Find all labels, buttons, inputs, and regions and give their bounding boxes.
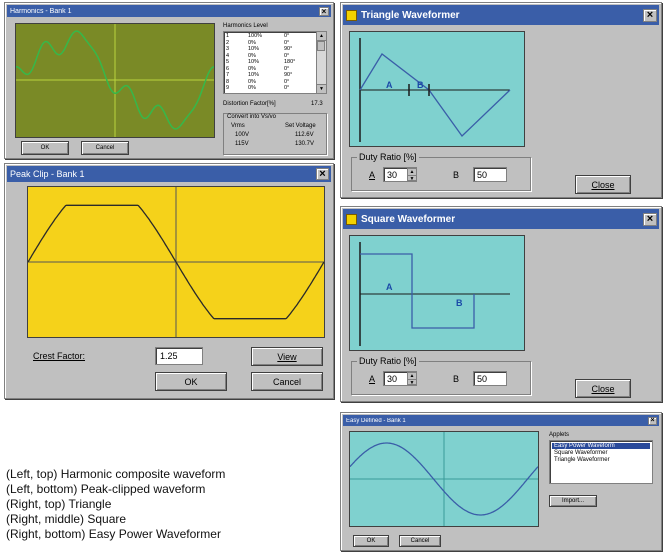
easy-title: Easy Defined - Bank 1: [346, 417, 406, 424]
peak-clip-titlebar[interactable]: Peak Clip - Bank 1 ×: [7, 166, 331, 182]
square-field-b-input[interactable]: 50: [473, 371, 507, 386]
square-window: Square Waveformer × A B Duty Ratio [%] A…: [340, 206, 662, 402]
square-field-a-stepper[interactable]: ▲ ▼: [407, 372, 417, 386]
close-icon[interactable]: ×: [643, 8, 657, 22]
distortion-label: Distortion Factor[%]: [223, 101, 276, 107]
spin-up-icon[interactable]: ▲: [408, 373, 416, 380]
easy-plot: [349, 431, 539, 527]
set-voltage-value-1: 112.6V: [295, 132, 314, 138]
caption-left-bottom: (Left, bottom) Peak-clipped waveform: [6, 482, 206, 496]
peak-clip-window: Peak Clip - Bank 1 × Crest Factor: 1.25 …: [4, 163, 334, 399]
harmonics-ok-button[interactable]: OK: [21, 141, 69, 155]
scroll-down-icon[interactable]: ▼: [317, 84, 326, 93]
square-label-a: A: [386, 282, 393, 292]
vrms-value-1: 100V: [235, 132, 250, 138]
close-icon[interactable]: ×: [643, 212, 657, 226]
triangle-label-a: A: [386, 80, 393, 90]
peak-clip-cancel-button[interactable]: Cancel: [251, 372, 323, 391]
crest-factor-label: Crest Factor:: [33, 351, 86, 361]
harmonics-window: Harmonics - Bank 1 × Harmonics Level 1 10…: [4, 2, 334, 159]
close-icon[interactable]: ×: [316, 168, 329, 180]
triangle-waveform-svg: A B: [359, 38, 511, 142]
close-icon[interactable]: ×: [648, 416, 657, 425]
set-voltage-header: Set Voltage: [285, 123, 316, 129]
square-field-b-label: B: [453, 374, 460, 384]
triangle-field-b-input[interactable]: 50: [473, 167, 507, 182]
harmonics-plot: [15, 23, 215, 138]
peak-clip-plot: [27, 186, 325, 338]
app-icon: [346, 9, 357, 21]
square-field-b-value: 50: [477, 374, 488, 384]
triangle-field-b-value: 50: [477, 170, 488, 180]
easy-window: Easy Defined - Bank 1 × Applets Easy Pow…: [340, 412, 662, 551]
harmonics-row[interactable]: 9 0% 0°: [226, 85, 314, 92]
triangle-duty-label: Duty Ratio [%]: [357, 152, 419, 162]
harmonics-list-scrollbar[interactable]: ▲ ▼: [316, 32, 326, 93]
triangle-close-button[interactable]: Close: [575, 175, 631, 194]
app-icon: [346, 213, 357, 225]
close-icon[interactable]: ×: [319, 6, 329, 16]
view-button[interactable]: View: [251, 347, 323, 366]
triangle-field-a-value: 30: [387, 170, 398, 180]
applet-item-square[interactable]: Square Waveformer: [552, 450, 607, 456]
square-close-button[interactable]: Close: [575, 379, 631, 398]
square-title: Square Waveformer: [361, 213, 456, 225]
harmonics-cell-n: 9: [226, 85, 230, 91]
spin-down-icon[interactable]: ▼: [408, 380, 416, 386]
harmonics-list[interactable]: 1 100% 0° 2 0% 0° 3 10% 90° 4 0% 0° 5 10% 180° 6 0% 0° 7 10…: [223, 31, 327, 94]
triangle-wave: [359, 53, 511, 137]
crest-factor-input[interactable]: 1.25: [155, 347, 203, 365]
harmonics-waveform-svg: [16, 24, 214, 137]
applet-item-easy-power[interactable]: Easy Power Waveform: [552, 443, 650, 449]
spin-up-icon[interactable]: ▲: [408, 169, 416, 176]
harmonics-cell-deg: 0°: [284, 85, 290, 91]
caption-right-middle: (Right, middle) Square: [6, 512, 127, 526]
caption-right-top: (Right, top) Triangle: [6, 497, 112, 511]
applets-list[interactable]: Easy Power Waveform Square Waveformer Tr…: [549, 440, 653, 484]
caption-left-top: (Left, top) Harmonic composite waveform: [6, 467, 226, 481]
harmonics-cell-pct: 0%: [248, 85, 256, 91]
harmonics-titlebar[interactable]: Harmonics - Bank 1 ×: [7, 5, 331, 17]
triangle-field-a-label: A: [369, 170, 376, 180]
triangle-field-b-label: B: [453, 170, 460, 180]
easy-waveform-svg: [350, 432, 538, 526]
harmonics-list-header: Harmonics Level: [223, 23, 268, 29]
vrms-header: Vrms: [231, 123, 245, 129]
applet-item-triangle[interactable]: Triangle Waveformer: [552, 457, 610, 463]
spin-down-icon[interactable]: ▼: [408, 176, 416, 182]
vrms-value-2: 115V: [235, 141, 249, 147]
import-button[interactable]: Import...: [549, 495, 597, 507]
square-waveform-svg: A B: [359, 242, 510, 346]
scroll-up-icon[interactable]: ▲: [317, 32, 326, 41]
square-wave: [360, 253, 475, 329]
peak-clip-ok-button[interactable]: OK: [155, 372, 227, 391]
triangle-title: Triangle Waveformer: [361, 9, 460, 21]
peak-clip-title: Peak Clip - Bank 1: [10, 169, 85, 179]
triangle-titlebar[interactable]: Triangle Waveformer ×: [343, 5, 659, 25]
square-duty-label: Duty Ratio [%]: [357, 356, 419, 366]
harmonics-title: Harmonics - Bank 1: [10, 7, 72, 15]
scroll-thumb[interactable]: [317, 41, 325, 51]
applets-label: Applets: [549, 432, 570, 438]
square-plot: A B: [349, 235, 525, 351]
square-label-b: B: [456, 298, 463, 308]
harmonics-cancel-button[interactable]: Cancel: [81, 141, 129, 155]
peak-clip-waveform-svg: [28, 187, 324, 337]
square-field-a-value: 30: [387, 374, 398, 384]
easy-ok-button[interactable]: OK: [353, 535, 389, 547]
easy-cancel-button[interactable]: Cancel: [399, 535, 441, 547]
convert-label: Convert into Vs/vo: [227, 114, 277, 120]
triangle-field-a-stepper[interactable]: ▲ ▼: [407, 168, 417, 182]
triangle-plot: A B: [349, 31, 525, 147]
caption-right-bottom: (Right, bottom) Easy Power Waveformer: [6, 527, 221, 541]
square-titlebar[interactable]: Square Waveformer ×: [343, 209, 659, 229]
easy-titlebar[interactable]: Easy Defined - Bank 1 ×: [343, 415, 659, 426]
set-voltage-value-2: 130.7V: [295, 141, 315, 147]
crest-factor-value: 1.25: [160, 351, 178, 361]
square-field-a-label: A: [369, 374, 376, 384]
triangle-label-b: B: [417, 80, 424, 90]
distortion-value: 17.3: [311, 101, 323, 107]
harmonics-rows: 1 100% 0° 2 0% 0° 3 10% 90° 4 0% 0° 5 10% 180° 6 0% 0° 7 10…: [226, 33, 314, 92]
triangle-window: Triangle Waveformer × A B Duty Ratio [%]…: [340, 2, 662, 198]
